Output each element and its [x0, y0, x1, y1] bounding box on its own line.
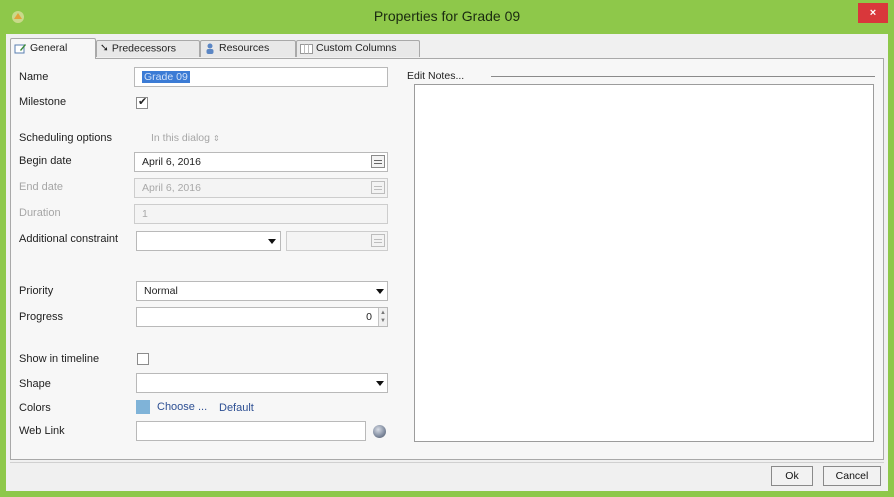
- chevron-down-icon: [376, 289, 384, 294]
- default-color-link[interactable]: Default: [219, 402, 254, 414]
- name-label: Name: [19, 71, 49, 83]
- scheduling-options-label: Scheduling options: [19, 132, 112, 144]
- dialog-body: General ➘ Predecessors Resources Custom C…: [6, 34, 888, 491]
- begin-date-label: Begin date: [19, 155, 72, 167]
- tab-resources-label: Resources: [219, 42, 270, 54]
- progress-input[interactable]: 0: [136, 307, 388, 327]
- priority-select[interactable]: Normal: [136, 281, 388, 301]
- end-date-input[interactable]: April 6, 2016: [134, 178, 388, 198]
- tab-resources[interactable]: Resources: [200, 40, 296, 57]
- edit-notes-legend: Edit Notes...: [407, 70, 464, 82]
- title-bar: Properties for Grade 09 ×: [0, 0, 894, 34]
- progress-label: Progress: [19, 311, 64, 323]
- globe-icon[interactable]: [373, 425, 386, 438]
- spin-icon: ⇕: [212, 134, 220, 143]
- window-title: Properties for Grade 09: [373, 8, 521, 24]
- progress-spinner[interactable]: ▲ ▼: [378, 308, 387, 326]
- notes-divider: [491, 76, 875, 77]
- milestone-checkbox[interactable]: [136, 95, 148, 109]
- notes-textarea[interactable]: [414, 84, 874, 442]
- arrow-icon: ➘: [100, 42, 109, 54]
- begin-date-input[interactable]: April 6, 2016: [134, 152, 388, 172]
- milestone-label: Milestone: [19, 96, 67, 108]
- constraint-date-calendar-icon[interactable]: [371, 234, 385, 247]
- tab-general[interactable]: General: [10, 38, 96, 59]
- show-in-timeline-label: Show in timeline: [19, 353, 100, 365]
- tab-custom-columns-label: Custom Columns: [316, 42, 397, 54]
- scheduling-options-select[interactable]: In this dialog ⇕: [151, 132, 220, 144]
- priority-value: Normal: [144, 285, 178, 297]
- begin-date-value: April 6, 2016: [142, 156, 201, 168]
- name-value: Grade 09: [142, 71, 190, 83]
- ok-button[interactable]: Ok: [771, 466, 813, 486]
- spin-up-icon: ▲: [380, 310, 386, 316]
- end-date-value: April 6, 2016: [142, 182, 201, 194]
- shape-label: Shape: [19, 378, 51, 390]
- general-panel: Name Grade 09 Milestone Scheduling optio…: [10, 58, 884, 460]
- tab-predecessors[interactable]: ➘ Predecessors: [96, 40, 200, 57]
- cancel-button[interactable]: Cancel: [823, 466, 881, 486]
- color-swatch[interactable]: [136, 400, 150, 414]
- chevron-down-icon: [376, 381, 384, 386]
- begin-date-calendar-icon[interactable]: [371, 155, 385, 168]
- duration-label: Duration: [19, 207, 61, 219]
- edit-icon: [14, 43, 26, 54]
- web-link-input[interactable]: [136, 421, 366, 441]
- colors-label: Colors: [19, 402, 51, 414]
- additional-constraint-label: Additional constraint: [19, 233, 119, 245]
- columns-icon: [300, 43, 313, 54]
- tab-general-label: General: [30, 42, 68, 54]
- close-icon: ×: [869, 7, 877, 19]
- chevron-down-icon: [268, 239, 276, 244]
- web-link-label: Web Link: [19, 425, 65, 437]
- show-in-timeline-checkbox[interactable]: [137, 353, 149, 365]
- duration-value: 1: [142, 208, 148, 220]
- spin-down-icon: ▼: [380, 318, 386, 324]
- close-button[interactable]: ×: [858, 3, 888, 23]
- end-date-calendar-icon[interactable]: [371, 181, 385, 194]
- name-input[interactable]: Grade 09: [134, 67, 388, 87]
- end-date-label: End date: [19, 181, 64, 193]
- shape-select[interactable]: [136, 373, 388, 393]
- people-icon: [206, 43, 214, 54]
- additional-constraint-select[interactable]: [136, 231, 281, 251]
- duration-input[interactable]: 1: [134, 204, 388, 224]
- choose-color-link[interactable]: Choose ...: [157, 401, 207, 413]
- progress-value: 0: [366, 311, 372, 323]
- footer-divider: [10, 462, 884, 463]
- edit-notes-title: Edit Notes...: [407, 70, 465, 82]
- tab-predecessors-label: Predecessors: [111, 42, 177, 55]
- scheduling-options-value: In this dialog: [151, 132, 210, 144]
- priority-label: Priority: [19, 285, 54, 297]
- tab-custom-columns[interactable]: Custom Columns: [296, 40, 420, 57]
